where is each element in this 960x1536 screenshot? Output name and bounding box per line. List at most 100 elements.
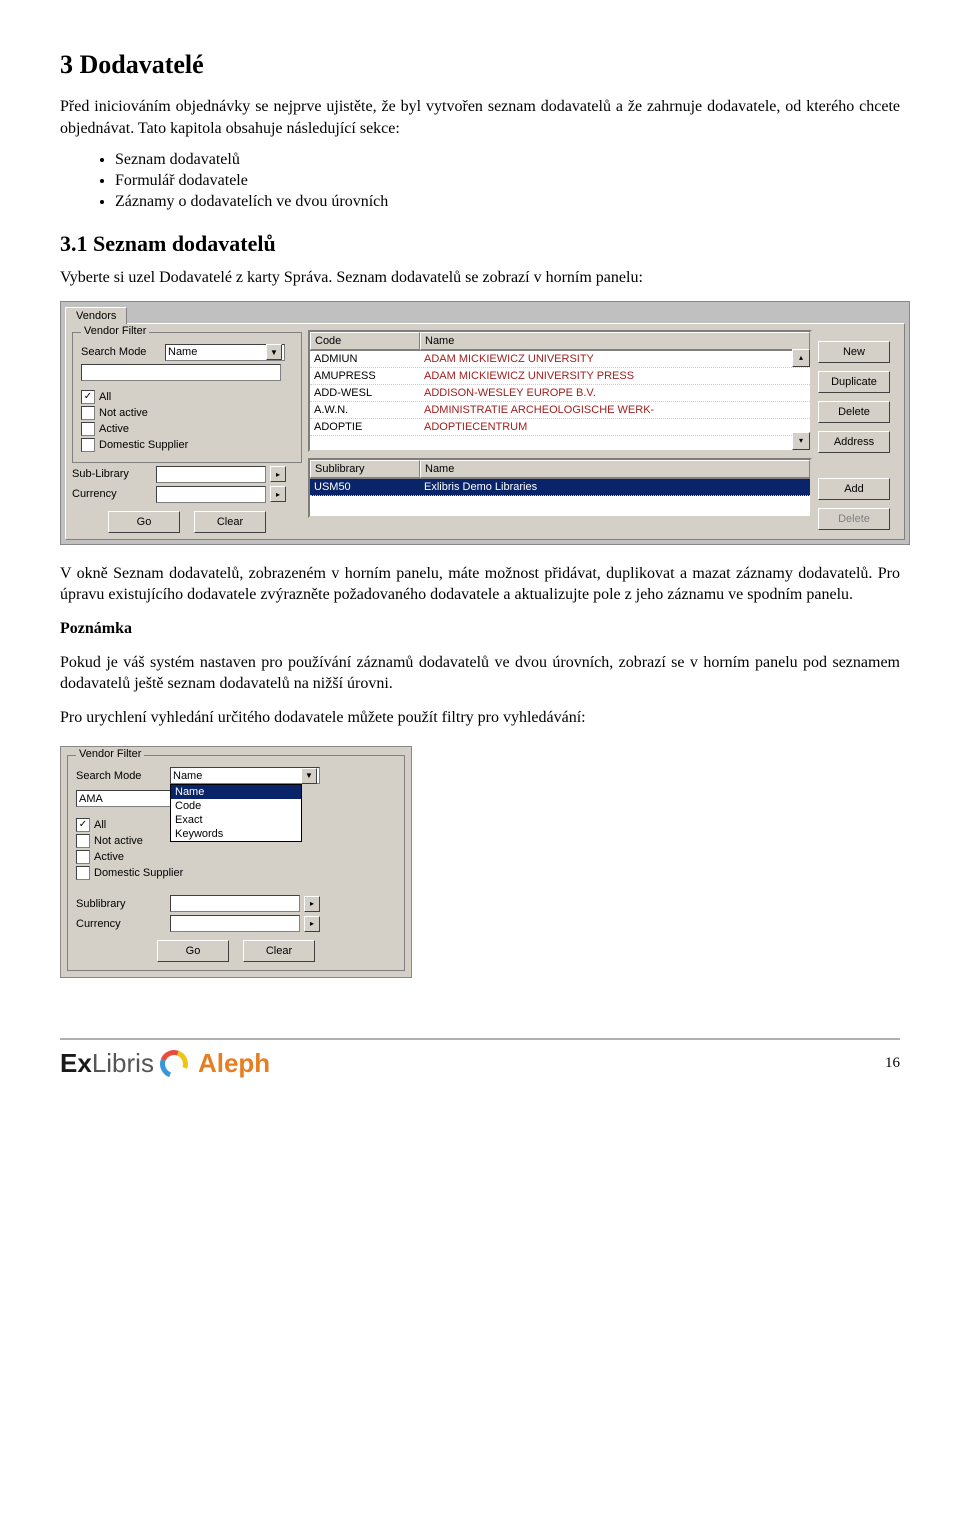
exlibris-aleph-logo: ExLibris Aleph <box>60 1048 270 1079</box>
col-header-sublibrary: Sublibrary <box>310 460 420 478</box>
bullet-item: Formulář dodavatele <box>115 172 900 190</box>
heading-1: 3 Dodavatelé <box>60 50 900 80</box>
table-row[interactable]: USM50Exlibris Demo Libraries <box>310 479 810 496</box>
col-header-name: Name <box>420 332 810 350</box>
checkbox-icon[interactable] <box>81 438 95 452</box>
note-paragraph: Pokud je váš systém nastaven pro používá… <box>60 652 900 695</box>
clear-button[interactable]: Clear <box>243 940 315 962</box>
cell-name: ADDISON-WESLEY EUROPE B.V. <box>420 385 810 401</box>
go-button[interactable]: Go <box>108 511 180 533</box>
currency-label: Currency <box>72 488 152 500</box>
lookup-icon[interactable]: ▸ <box>304 896 320 912</box>
dropdown-option[interactable]: Code <box>171 799 301 813</box>
check-all[interactable]: ✓ All <box>81 390 293 404</box>
cell-name: ADOPTIECENTRUM <box>420 419 810 435</box>
check-domestic[interactable]: Domestic Supplier <box>76 866 396 880</box>
cell-name: ADMINISTRATIE ARCHEOLOGISCHE WERK- <box>420 402 810 418</box>
table-row[interactable]: ADD-WESLADDISON-WESLEY EUROPE B.V. <box>310 385 810 402</box>
checkbox-icon[interactable] <box>81 422 95 436</box>
delete-button[interactable]: Delete <box>818 401 890 423</box>
check-label: All <box>94 819 106 831</box>
intro-paragraph: Před iniciováním objednávky se nejprve u… <box>60 96 900 139</box>
vendor-filter-group: Vendor Filter Search Mode Name ▼ ✓ All <box>72 332 302 463</box>
checkbox-icon[interactable] <box>76 850 90 864</box>
logo-text: Libris <box>92 1048 154 1078</box>
table-row[interactable]: AMUPRESSADAM MICKIEWICZ UNIVERSITY PRESS <box>310 368 810 385</box>
lookup-icon[interactable]: ▸ <box>304 916 320 932</box>
duplicate-button[interactable]: Duplicate <box>818 371 890 393</box>
check-label: Active <box>94 851 124 863</box>
logo-aleph: Aleph <box>198 1048 270 1079</box>
checkbox-icon[interactable]: ✓ <box>76 818 90 832</box>
cell-code: USM50 <box>310 479 420 495</box>
cell-code: ADD-WESL <box>310 385 420 401</box>
clear-button[interactable]: Clear <box>194 511 266 533</box>
check-not-active[interactable]: Not active <box>81 406 293 420</box>
cell-code: AMUPRESS <box>310 368 420 384</box>
table-row[interactable]: A.W.N.ADMINISTRATIE ARCHEOLOGISCHE WERK- <box>310 402 810 419</box>
check-label: Active <box>99 423 129 435</box>
check-label: Domestic Supplier <box>94 867 183 879</box>
heading-2: 3.1 Seznam dodavatelů <box>60 231 900 257</box>
check-active[interactable]: Active <box>81 422 293 436</box>
cell-name: ADAM MICKIEWICZ UNIVERSITY PRESS <box>420 368 810 384</box>
check-label: Not active <box>94 835 143 847</box>
check-label: All <box>99 391 111 403</box>
check-label: Not active <box>99 407 148 419</box>
paragraph: V okně Seznam dodavatelů, zobrazeném v h… <box>60 563 900 606</box>
check-active[interactable]: Active <box>76 850 396 864</box>
check-domestic[interactable]: Domestic Supplier <box>81 438 293 452</box>
lookup-icon[interactable]: ▸ <box>270 466 286 482</box>
add-button[interactable]: Add <box>818 478 890 500</box>
search-mode-label: Search Mode <box>81 346 161 358</box>
dropdown-option[interactable]: Exact <box>171 813 301 827</box>
search-mode-label: Search Mode <box>76 770 166 782</box>
paragraph: Pro urychlení vyhledání určitého dodavat… <box>60 707 900 729</box>
combo-value: Name <box>173 770 202 782</box>
chevron-down-icon[interactable]: ▼ <box>301 768 317 784</box>
table-row[interactable]: ADOPTIEADOPTIECENTRUM <box>310 419 810 436</box>
dropdown-option[interactable]: Keywords <box>171 827 301 841</box>
delete-sublib-button[interactable]: Delete <box>818 508 890 530</box>
chevron-down-icon[interactable]: ▼ <box>266 344 282 360</box>
sublibrary-table[interactable]: Sublibrary Name USM50Exlibris Demo Libra… <box>308 458 812 518</box>
search-input[interactable] <box>81 364 281 381</box>
checkbox-icon[interactable] <box>76 834 90 848</box>
cell-name: Exlibris Demo Libraries <box>420 479 810 495</box>
currency-input[interactable] <box>156 486 266 503</box>
logo-text: Ex <box>60 1048 92 1078</box>
table-row[interactable]: ADMIUNADAM MICKIEWICZ UNIVERSITY <box>310 351 810 368</box>
address-button[interactable]: Address <box>818 431 890 453</box>
intro-bullet-list: Seznam dodavatelů Formulář dodavatele Zá… <box>60 151 900 211</box>
paragraph: Vyberte si uzel Dodavatelé z karty Správ… <box>60 267 900 289</box>
note-title: Poznámka <box>60 618 900 640</box>
currency-label: Currency <box>76 918 166 930</box>
new-button[interactable]: New <box>818 341 890 363</box>
vendor-filter-screenshot: Vendor Filter Search Mode Name ▼ Name Co… <box>60 746 412 978</box>
page-footer: ExLibris Aleph 16 <box>60 1038 900 1079</box>
checkbox-icon[interactable]: ✓ <box>81 390 95 404</box>
dropdown-option[interactable]: Name <box>171 785 301 799</box>
cell-code: ADMIUN <box>310 351 420 367</box>
cell-code: ADOPTIE <box>310 419 420 435</box>
search-mode-combo[interactable]: Name ▼ <box>165 344 285 361</box>
sub-library-input[interactable] <box>156 466 266 483</box>
checkbox-icon[interactable] <box>81 406 95 420</box>
col-header-name: Name <box>420 460 810 478</box>
lookup-icon[interactable]: ▸ <box>270 486 286 502</box>
go-button[interactable]: Go <box>157 940 229 962</box>
logo-arc-icon <box>155 1045 192 1082</box>
sublibrary-label: Sublibrary <box>76 898 166 910</box>
currency-input[interactable] <box>170 915 300 932</box>
col-header-code: Code <box>310 332 420 350</box>
scroll-up-icon[interactable]: ▴ <box>792 349 810 367</box>
sub-library-label: Sub-Library <box>72 468 152 480</box>
scroll-down-icon[interactable]: ▾ <box>792 432 810 450</box>
checkbox-icon[interactable] <box>76 866 90 880</box>
check-label: Domestic Supplier <box>99 439 188 451</box>
search-mode-combo[interactable]: Name ▼ <box>170 767 320 784</box>
sublibrary-input[interactable] <box>170 895 300 912</box>
search-mode-dropdown[interactable]: Name Code Exact Keywords <box>170 784 302 842</box>
tab-vendors[interactable]: Vendors <box>65 307 127 324</box>
vendors-table[interactable]: Code Name ADMIUNADAM MICKIEWICZ UNIVERSI… <box>308 330 812 452</box>
